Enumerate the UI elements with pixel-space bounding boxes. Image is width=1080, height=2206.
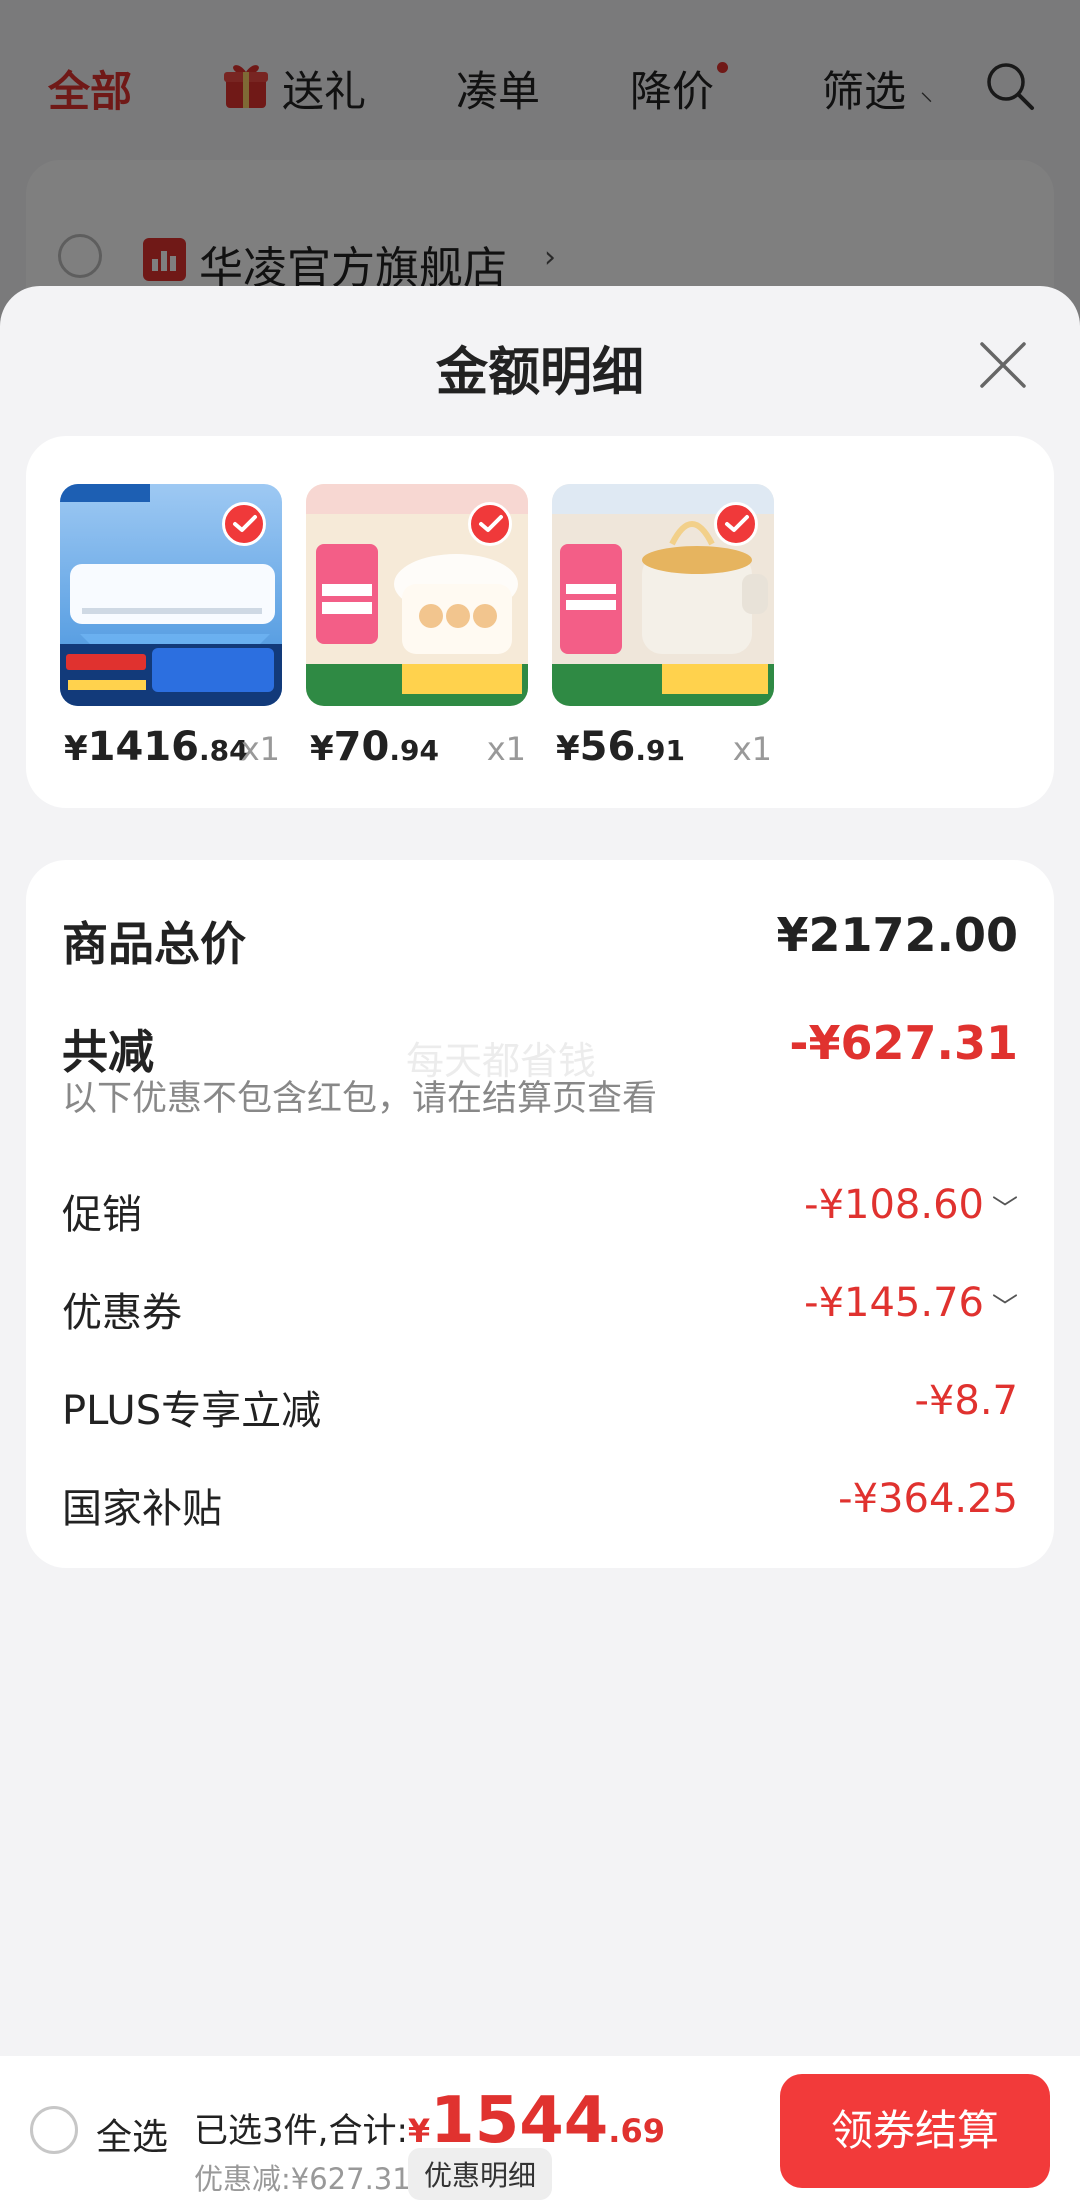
plus-discount-value: -¥8.7	[914, 1378, 1019, 1424]
select-all-radio[interactable]	[30, 2106, 78, 2154]
amount-detail-sheet: 金额明细 ¥1416.84 x1 ¥70.94 x1 ¥56.91 x1 商品总…	[0, 286, 1080, 2206]
product-image-egg-steamer	[306, 484, 528, 706]
coupon-label: 优惠券	[62, 1290, 182, 1336]
discount-detail-button[interactable]: 优惠明细	[408, 2148, 553, 2200]
discount-hint: 以下优惠不包含红包，请在结算页查看	[62, 1079, 658, 1119]
price-breakdown-card: 商品总价 ¥2172.00 每天都省钱 共减 -¥627.31 以下优惠不包含红…	[26, 860, 1054, 1568]
product-image-air-conditioner	[60, 484, 282, 706]
sheet-title: 金额明细	[435, 343, 644, 403]
national-subsidy-label: 国家补贴	[62, 1486, 222, 1532]
select-all-label[interactable]: 全选	[96, 2108, 168, 2160]
discount-summary: 优惠减:¥627.31	[194, 2162, 411, 2196]
product-price: ¥1416.84	[64, 724, 249, 770]
promotion-value[interactable]: -¥108.60 ﹀	[804, 1182, 1018, 1228]
check-icon	[222, 502, 266, 546]
total-price-label: 商品总价	[62, 917, 246, 971]
total-price-value: ¥2172.00	[776, 908, 1018, 962]
checkout-button[interactable]: 领券结算	[780, 2074, 1050, 2188]
product-quantity: x1	[486, 730, 526, 768]
total-summary: 已选3件,合计:¥1544.69	[194, 2084, 665, 2158]
total-reduce-value: -¥627.31	[789, 1016, 1018, 1070]
national-subsidy-value: -¥364.25	[838, 1476, 1018, 1522]
plus-discount-label: PLUS专享立减	[62, 1388, 322, 1434]
product-price: ¥70.94	[310, 724, 439, 770]
products-card: ¥1416.84 x1 ¥70.94 x1 ¥56.91 x1	[26, 436, 1054, 808]
checkout-bar: 全选 已选3件,合计:¥1544.69 优惠减:¥627.31 优惠明细 领券结…	[0, 2056, 1080, 2206]
product-item[interactable]: ¥70.94 x1	[306, 484, 528, 770]
promotion-label: 促销	[62, 1192, 142, 1238]
product-item[interactable]: ¥56.91 x1	[552, 484, 774, 770]
coupon-value[interactable]: -¥145.76 ﹀	[804, 1280, 1018, 1326]
product-item[interactable]: ¥1416.84 x1	[60, 484, 282, 770]
check-icon	[468, 502, 512, 546]
close-icon[interactable]	[974, 336, 1032, 394]
check-icon	[714, 502, 758, 546]
product-price: ¥56.91	[556, 724, 685, 770]
chevron-down-icon: ﹀	[991, 1292, 1018, 1323]
chevron-down-icon: ﹀	[991, 1194, 1018, 1225]
product-quantity: x1	[732, 730, 772, 768]
product-quantity: x1	[240, 730, 280, 768]
product-image-electric-cooker	[552, 484, 774, 706]
